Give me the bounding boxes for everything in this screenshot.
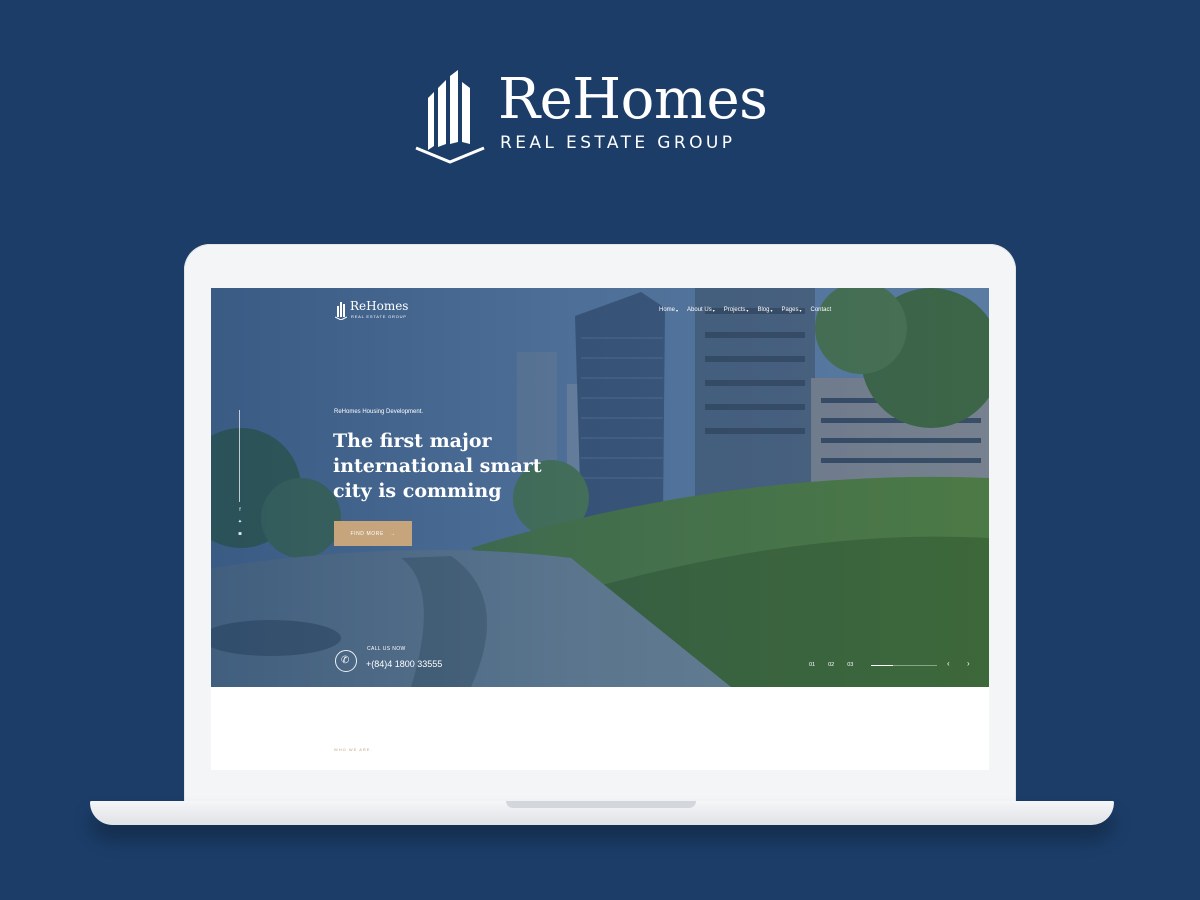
nav-item-about-us[interactable]: About Us ▾	[687, 304, 715, 316]
social-links: f ✦ ◙	[235, 410, 245, 550]
laptop-screen: ReHomes REAL ESTATE GROUP Home ▾ About Us…	[211, 288, 989, 770]
call-us-label: CALL US NOW	[367, 646, 406, 652]
main-nav: Home ▾ About Us ▾ Projects ▾ Blog ▾ Pages ▾ C…	[659, 304, 831, 316]
phone-number[interactable]: +(84)4 1800 33555	[366, 659, 442, 669]
hero-overlay	[211, 288, 989, 687]
find-more-label: FIND MORE	[350, 530, 384, 537]
brand-logo: ReHomes REAL ESTATE GROUP	[414, 68, 794, 168]
nav-item-projects[interactable]: Projects ▾	[724, 304, 749, 316]
laptop-notch	[506, 801, 696, 808]
slide-number-1[interactable]: 01	[809, 662, 815, 668]
nav-item-home[interactable]: Home ▾	[659, 304, 678, 316]
slide-pager: 01 02 03	[809, 662, 853, 668]
hero-eyebrow: ReHomes Housing Development.	[334, 409, 424, 415]
chevron-down-icon: ▾	[799, 307, 802, 313]
nav-item-contact[interactable]: Contact	[811, 304, 832, 316]
chevron-down-icon: ▾	[770, 307, 773, 313]
social-divider	[239, 410, 240, 502]
brand-tagline: REAL ESTATE GROUP	[500, 133, 736, 153]
section-eyebrow: WHO WE ARE.	[334, 747, 373, 752]
facebook-icon[interactable]: f	[236, 507, 244, 513]
section-title-cropped	[334, 763, 534, 770]
chevron-down-icon: ▾	[746, 307, 749, 313]
chevron-down-icon: ▾	[712, 307, 715, 313]
chevron-right-icon[interactable]: ›	[967, 659, 970, 668]
slide-number-2[interactable]: 02	[828, 662, 834, 668]
slide-progress-fill	[871, 665, 893, 666]
building-logo-icon	[335, 302, 347, 320]
slide-number-3[interactable]: 03	[847, 662, 853, 668]
arrow-right-icon: →	[389, 530, 396, 537]
brand-name: ReHomes	[498, 67, 768, 132]
nav-item-pages[interactable]: Pages ▾	[781, 304, 801, 316]
hero-headline: The first major international smart city…	[333, 430, 542, 502]
twitter-icon[interactable]: ✦	[236, 519, 244, 525]
slide-progress-bar	[871, 665, 937, 666]
chevron-down-icon: ▾	[676, 307, 679, 313]
instagram-icon[interactable]: ◙	[236, 531, 244, 537]
building-logo-icon	[415, 70, 485, 164]
site-logo-tagline: REAL ESTATE GROUP	[351, 314, 407, 319]
nav-item-blog[interactable]: Blog ▾	[757, 304, 772, 316]
site-logo[interactable]: ReHomes REAL ESTATE GROUP	[335, 299, 425, 322]
phone-icon[interactable]: ✆	[335, 650, 357, 672]
find-more-button[interactable]: FIND MORE →	[334, 521, 412, 546]
chevron-left-icon[interactable]: ‹	[947, 659, 950, 668]
site-logo-name: ReHomes	[350, 299, 409, 313]
hero-section: ReHomes REAL ESTATE GROUP Home ▾ About Us…	[211, 288, 989, 687]
